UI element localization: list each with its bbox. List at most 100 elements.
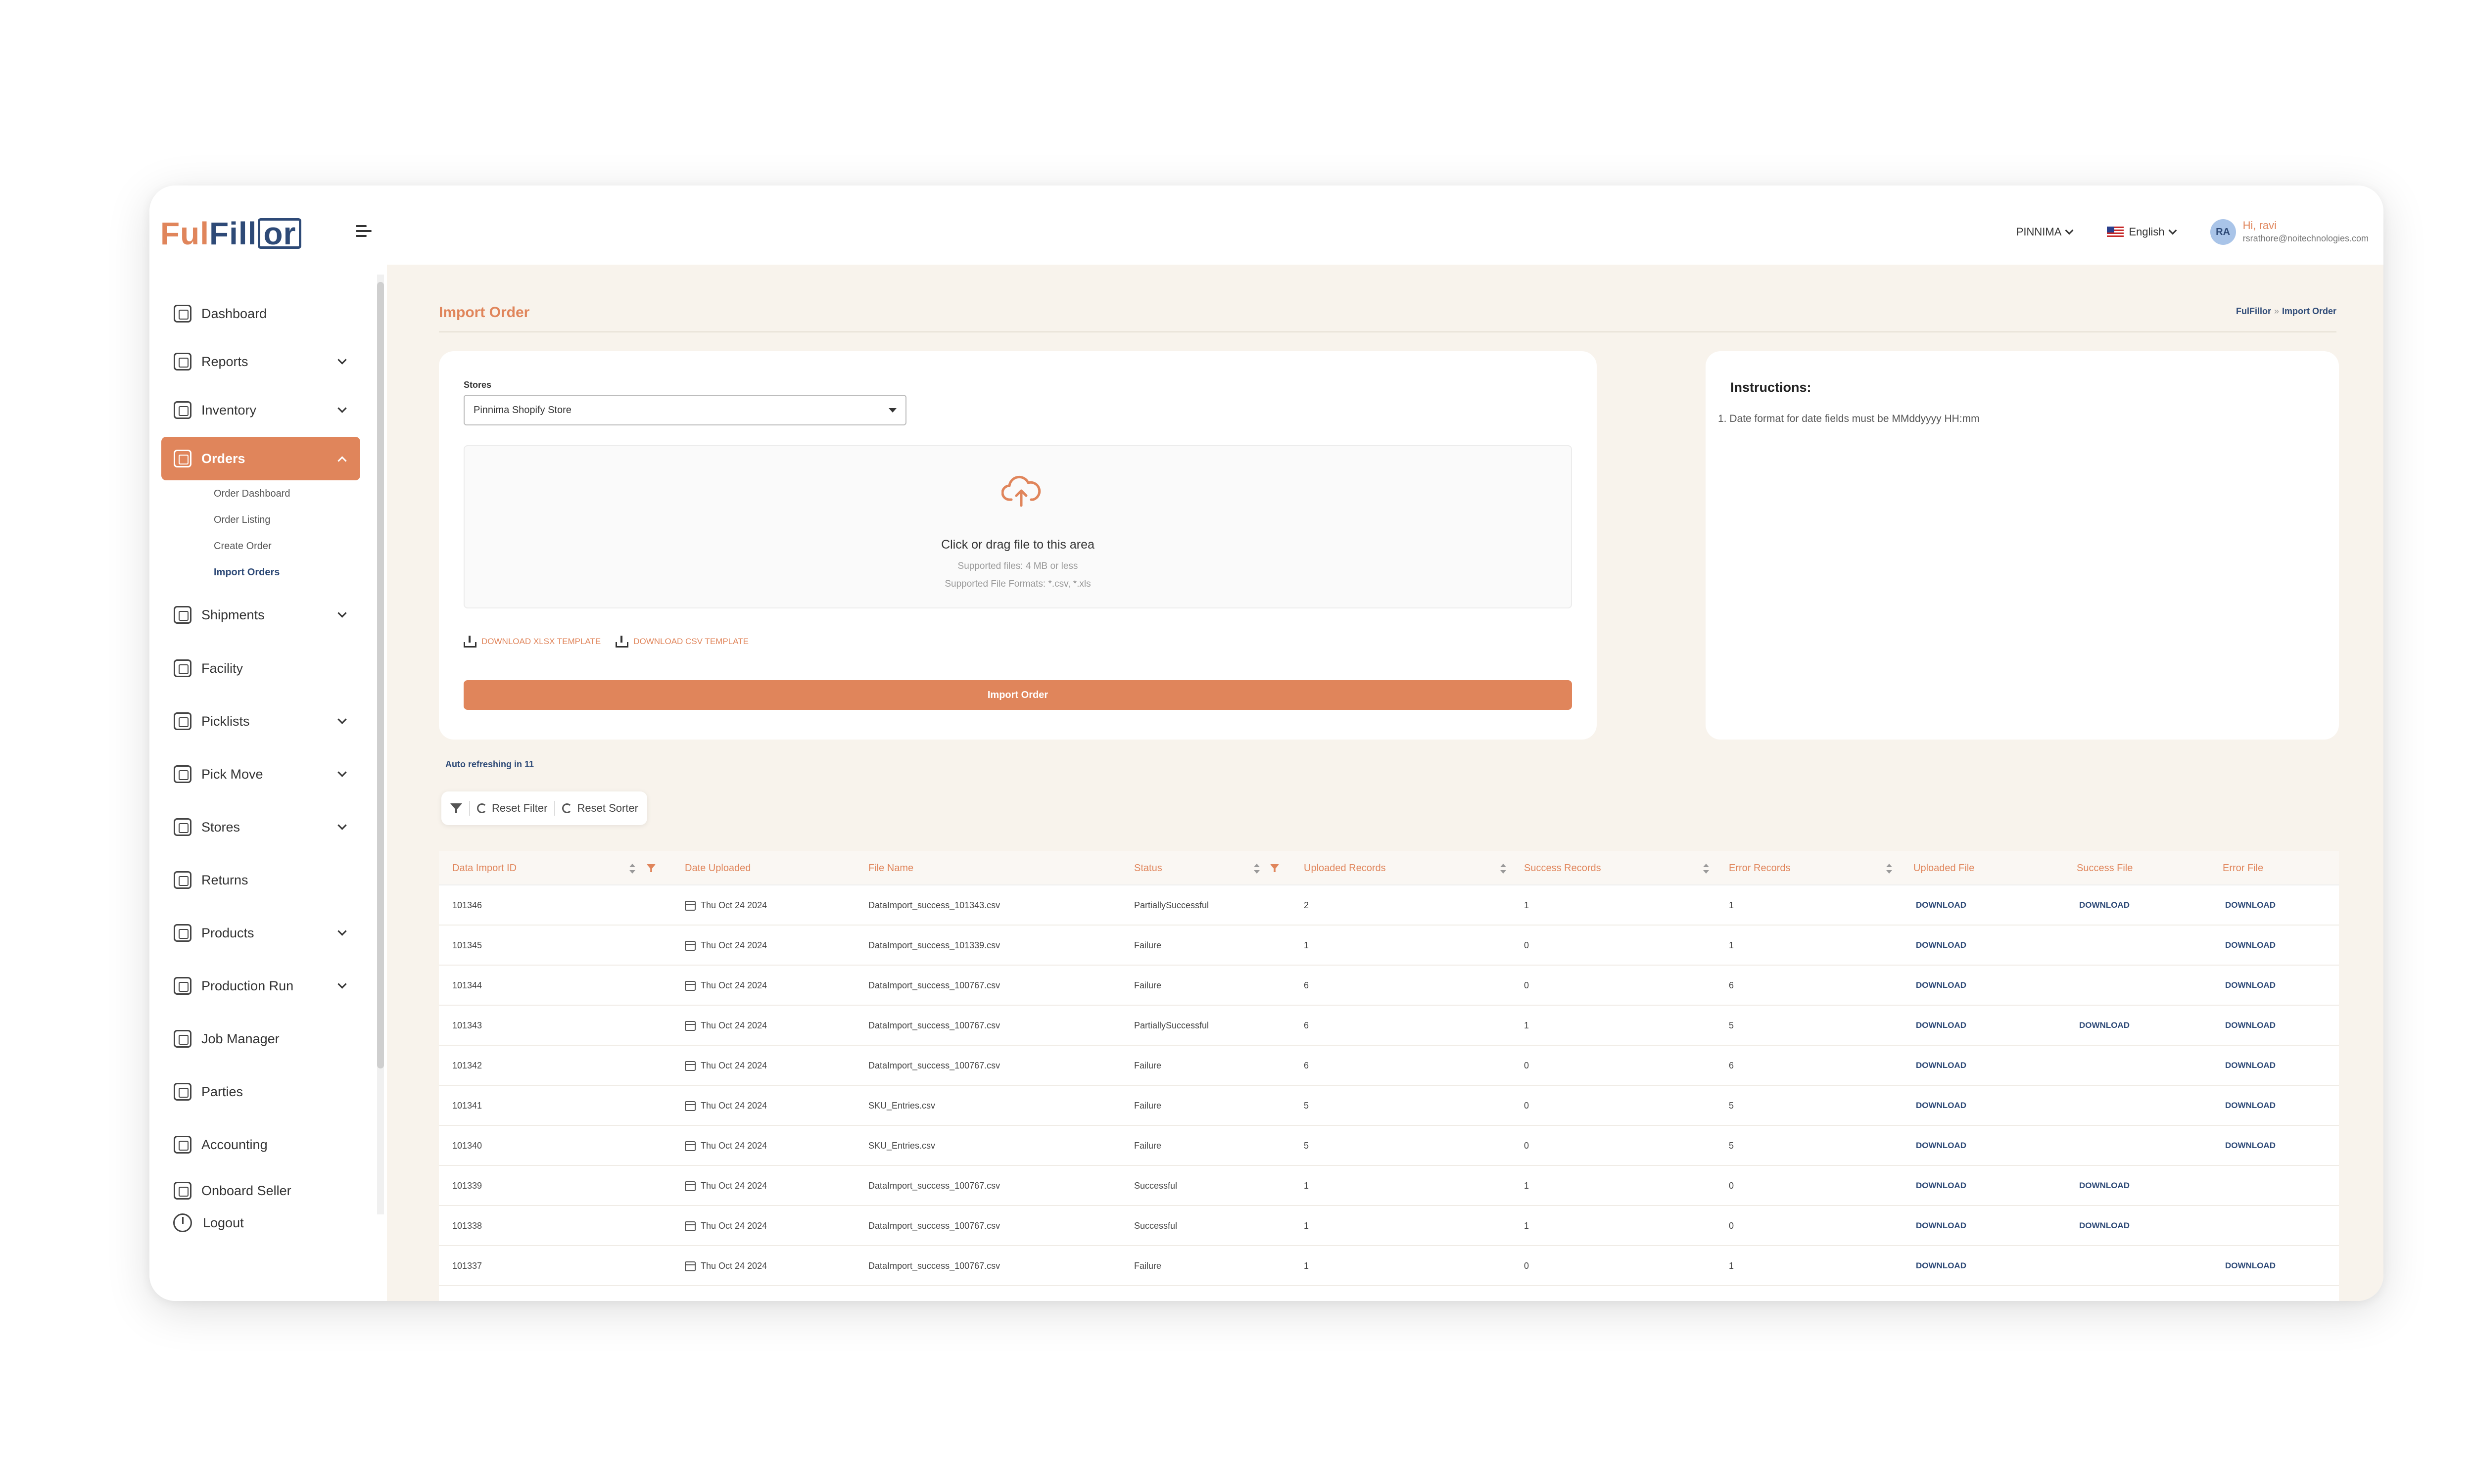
sidebar-item-accounting[interactable]: Accounting	[161, 1123, 360, 1166]
user-menu[interactable]: RA Hi, ravi rsrathore@noitechnologies.co…	[2210, 219, 2369, 245]
download-error-file-link[interactable]: DOWNLOAD	[2225, 980, 2276, 990]
sort-icon[interactable]	[1703, 864, 1709, 874]
download-uploaded-file-link[interactable]: DOWNLOAD	[1916, 1061, 1966, 1070]
sidebar-item-dashboard[interactable]: Dashboard	[161, 292, 360, 335]
breadcrumb-root[interactable]: FulFillor	[2236, 306, 2271, 316]
table-row[interactable]: 101344 Thu Oct 24 2024 DataImport_success_…	[439, 966, 2339, 1006]
sidebar-item-returns[interactable]: Returns	[161, 858, 360, 902]
cell-file-name: DataImport_success_100767.csv	[868, 1261, 1000, 1271]
import-order-button[interactable]: Import Order	[464, 680, 1572, 710]
calendar-icon	[685, 940, 696, 951]
sidebar-item-orders[interactable]: Orders	[161, 437, 360, 480]
stores-select[interactable]: Pinnima Shopify Store	[464, 395, 906, 425]
sidebar-item-picklists[interactable]: Picklists	[161, 699, 360, 743]
download-success-file-link[interactable]: DOWNLOAD	[2079, 1181, 2130, 1191]
download-uploaded-file-link[interactable]: DOWNLOAD	[1916, 1261, 1966, 1271]
cell-date-uploaded: Thu Oct 24 2024	[685, 1020, 767, 1031]
chevron-down-icon	[337, 404, 347, 413]
download-uploaded-file-link[interactable]: DOWNLOAD	[1916, 940, 1966, 950]
col-header-status[interactable]: Status	[1134, 863, 1162, 874]
sort-icon[interactable]	[1500, 864, 1506, 874]
sidebar-item-parties[interactable]: Parties	[161, 1070, 360, 1113]
download-error-file-link[interactable]: DOWNLOAD	[2225, 1101, 2276, 1111]
sidebar-item-reports[interactable]: Reports	[161, 340, 360, 383]
file-dropzone[interactable]: Click or drag file to this area Supporte…	[464, 445, 1572, 608]
sidebar-item-job-manager[interactable]: Job Manager	[161, 1017, 360, 1061]
download-error-file-link[interactable]: DOWNLOAD	[2225, 1020, 2276, 1030]
table-row[interactable]: 101343 Thu Oct 24 2024 DataImport_success_…	[439, 1006, 2339, 1046]
sidebar-subitem-order-dashboard[interactable]: Order Dashboard	[214, 488, 290, 500]
download-uploaded-file-link[interactable]: DOWNLOAD	[1916, 1020, 1966, 1030]
table-row[interactable]: 101346 Thu Oct 24 2024 DataImport_success_…	[439, 885, 2339, 926]
instructions-title: Instructions:	[1730, 380, 1811, 395]
col-header-data-import-id[interactable]: Data Import ID	[452, 863, 517, 874]
reset-sorter-button[interactable]: Reset Sorter	[562, 802, 638, 815]
menu-collapse-icon[interactable]	[356, 225, 372, 240]
table-row[interactable]: 101340 Thu Oct 24 2024 SKU_Entries.csv Fail…	[439, 1126, 2339, 1166]
sidebar-item-facility[interactable]: Facility	[161, 647, 360, 690]
download-uploaded-file-link[interactable]: DOWNLOAD	[1916, 1221, 1966, 1231]
col-header-file-name[interactable]: File Name	[868, 863, 913, 874]
sidebar-item-inventory[interactable]: Inventory	[161, 388, 360, 432]
filter-icon[interactable]	[647, 864, 656, 872]
table-row[interactable]: 101338 Thu Oct 24 2024 DataImport_success_…	[439, 1206, 2339, 1246]
date-text: Thu Oct 24 2024	[701, 980, 767, 990]
download-error-file-link[interactable]: DOWNLOAD	[2225, 1141, 2276, 1151]
download-uploaded-file-link[interactable]: DOWNLOAD	[1916, 1101, 1966, 1111]
fulfillor-logo[interactable]: FulFill or	[160, 216, 302, 251]
reset-icon	[477, 803, 487, 813]
cell-file-name: SKU_Entries.csv	[868, 1101, 936, 1111]
language-selector[interactable]: English	[2107, 226, 2177, 238]
sort-icon[interactable]	[1886, 864, 1892, 874]
download-uploaded-file-link[interactable]: DOWNLOAD	[1916, 1181, 1966, 1191]
table-row[interactable]: 101339 Thu Oct 24 2024 DataImport_success_…	[439, 1166, 2339, 1206]
download-success-file-link[interactable]: DOWNLOAD	[2079, 1221, 2130, 1231]
download-error-file-link[interactable]: DOWNLOAD	[2225, 1061, 2276, 1070]
sidebar-subitem-order-listing[interactable]: Order Listing	[214, 514, 271, 526]
download-xlsx-template-link[interactable]: DOWNLOAD XLSX TEMPLATE	[464, 636, 601, 648]
download-uploaded-file-link[interactable]: DOWNLOAD	[1916, 980, 1966, 990]
download-uploaded-file-link[interactable]: DOWNLOAD	[1916, 900, 1966, 910]
cell-uploaded-records: 6	[1304, 1020, 1309, 1030]
sort-icon[interactable]	[629, 864, 635, 874]
sidebar-item-products[interactable]: Products	[161, 911, 360, 955]
col-header-uploaded-records[interactable]: Uploaded Records	[1304, 863, 1386, 874]
sidebar-item-label: Production Run	[201, 978, 294, 993]
sidebar-item-production-run[interactable]: Production Run	[161, 964, 360, 1008]
download-csv-template-link[interactable]: DOWNLOAD CSV TEMPLATE	[616, 636, 749, 648]
cell-success-records: 1	[1524, 1020, 1529, 1030]
filter-icon[interactable]	[450, 802, 462, 814]
sidebar-subitem-create-order[interactable]: Create Order	[214, 541, 272, 552]
download-error-file-link[interactable]: DOWNLOAD	[2225, 900, 2276, 910]
sort-icon[interactable]	[1254, 864, 1260, 874]
download-success-file-link[interactable]: DOWNLOAD	[2079, 1020, 2130, 1030]
sidebar-item-shipments[interactable]: Shipments	[161, 593, 360, 637]
sidebar-item-onboard-seller[interactable]: Onboard Seller	[161, 1176, 360, 1206]
date-text: Thu Oct 24 2024	[701, 940, 767, 950]
store-selector[interactable]: PINNIMA	[2016, 226, 2074, 238]
col-header-date-uploaded[interactable]: Date Uploaded	[685, 863, 751, 874]
table-row[interactable]: 101337 Thu Oct 24 2024 DataImport_success_…	[439, 1246, 2339, 1286]
table-row[interactable]: 101345 Thu Oct 24 2024 DataImport_success_…	[439, 926, 2339, 966]
sidebar-item-label: Products	[201, 925, 254, 940]
chevron-down-icon	[2065, 226, 2074, 235]
download-success-file-link[interactable]: DOWNLOAD	[2079, 900, 2130, 910]
logout-button[interactable]: Logout	[173, 1213, 244, 1232]
reset-filter-button[interactable]: Reset Filter	[477, 802, 547, 815]
sidebar-subitem-import-orders[interactable]: Import Orders	[214, 567, 280, 578]
table-row[interactable]: 101342 Thu Oct 24 2024 DataImport_success_…	[439, 1046, 2339, 1086]
download-uploaded-file-link[interactable]: DOWNLOAD	[1916, 1141, 1966, 1151]
download-error-file-link[interactable]: DOWNLOAD	[2225, 940, 2276, 950]
cell-file-name: DataImport_success_101343.csv	[868, 900, 1000, 910]
sidebar-item-stores[interactable]: Stores	[161, 805, 360, 849]
download-error-file-link[interactable]: DOWNLOAD	[2225, 1261, 2276, 1271]
download-csv-label: DOWNLOAD CSV TEMPLATE	[633, 637, 749, 646]
filter-icon[interactable]	[1270, 864, 1279, 872]
col-header-success-records[interactable]: Success Records	[1524, 863, 1601, 874]
table-row[interactable]: 101341 Thu Oct 24 2024 SKU_Entries.csv Fail…	[439, 1086, 2339, 1126]
sidebar-scrollbar-thumb[interactable]	[377, 282, 384, 1068]
breadcrumb-current: Import Order	[2282, 306, 2336, 316]
products-icon	[174, 924, 191, 942]
sidebar-item-pick-move[interactable]: Pick Move	[161, 752, 360, 796]
col-header-error-records[interactable]: Error Records	[1729, 863, 1790, 874]
